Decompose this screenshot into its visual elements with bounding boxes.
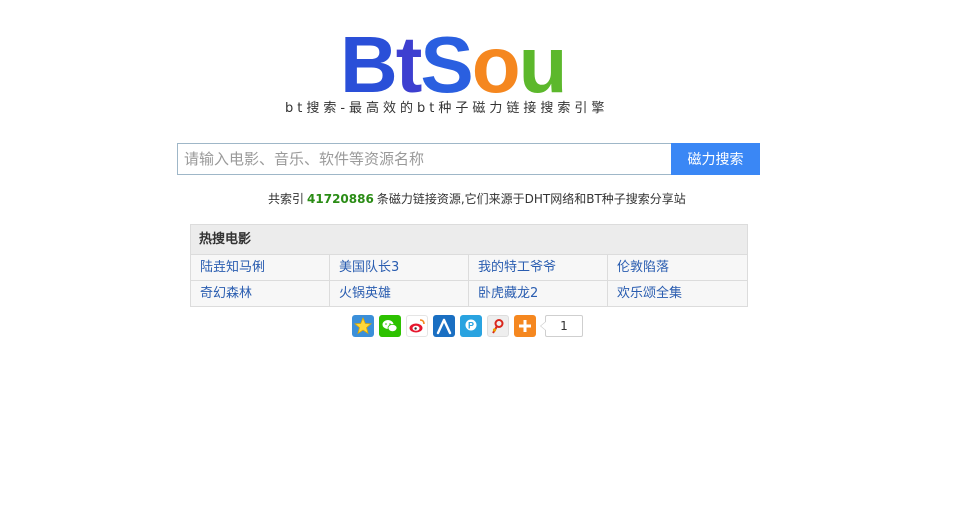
favorite-star-icon[interactable] xyxy=(352,315,374,337)
hot-movies-title: 热搜电影 xyxy=(191,225,747,255)
table-row: 陆垚知马俐 美国队长3 我的特工爷爷 伦敦陷落 xyxy=(191,255,747,281)
pengyou-icon[interactable]: P xyxy=(460,315,482,337)
stats-suffix: 条磁力链接资源,它们来源于DHT网络和BT种子搜索分享站 xyxy=(376,192,686,206)
index-stats: 共索引 41720886 条磁力链接资源,它们来源于DHT网络和BT种子搜索分享站 xyxy=(268,190,686,207)
share-count: 1 xyxy=(540,315,583,337)
logo-letter-s: S xyxy=(420,20,473,109)
logo-letter-u: u xyxy=(518,20,568,109)
tencent-weibo-icon[interactable] xyxy=(487,315,509,337)
stats-prefix: 共索引 xyxy=(268,192,305,206)
wechat-icon[interactable] xyxy=(379,315,401,337)
search-form: 磁力搜索 xyxy=(177,143,760,175)
search-input[interactable] xyxy=(177,143,671,175)
svg-text:P: P xyxy=(468,321,474,331)
logo-letter-t: t xyxy=(395,20,423,109)
hot-movie-link[interactable]: 我的特工爷爷 xyxy=(469,255,608,280)
table-row: 奇幻森林 火锅英雄 卧虎藏龙2 欢乐颂全集 xyxy=(191,281,747,306)
stats-count: 41720886 xyxy=(307,192,374,206)
weibo-icon[interactable] xyxy=(406,315,428,337)
hot-movie-link[interactable]: 火锅英雄 xyxy=(330,281,469,306)
hot-movie-link[interactable]: 卧虎藏龙2 xyxy=(469,281,608,306)
site-logo[interactable]: BtSou xyxy=(340,20,570,109)
hot-movie-link[interactable]: 奇幻森林 xyxy=(191,281,330,306)
more-share-icon[interactable] xyxy=(514,315,536,337)
site-tagline: bt搜索-最高效的bt种子磁力链接搜索引擎 xyxy=(285,101,609,116)
hot-movie-link[interactable]: 美国队长3 xyxy=(330,255,469,280)
share-bar: P 1 xyxy=(352,314,583,338)
hot-movie-link[interactable]: 伦敦陷落 xyxy=(608,255,747,280)
logo-letter-o: o xyxy=(471,20,521,109)
page: BtSou bt搜索-最高效的bt种子磁力链接搜索引擎 磁力搜索 共索引4172… xyxy=(0,0,976,532)
hot-movies-table: 热搜电影 陆垚知马俐 美国队长3 我的特工爷爷 伦敦陷落 奇幻森林 火锅英雄 卧… xyxy=(190,224,748,307)
search-button[interactable]: 磁力搜索 xyxy=(671,143,760,175)
hot-movie-link[interactable]: 欢乐颂全集 xyxy=(608,281,747,306)
renren-icon[interactable] xyxy=(433,315,455,337)
logo-letter-b: B xyxy=(340,20,398,109)
hot-movie-link[interactable]: 陆垚知马俐 xyxy=(191,255,330,280)
